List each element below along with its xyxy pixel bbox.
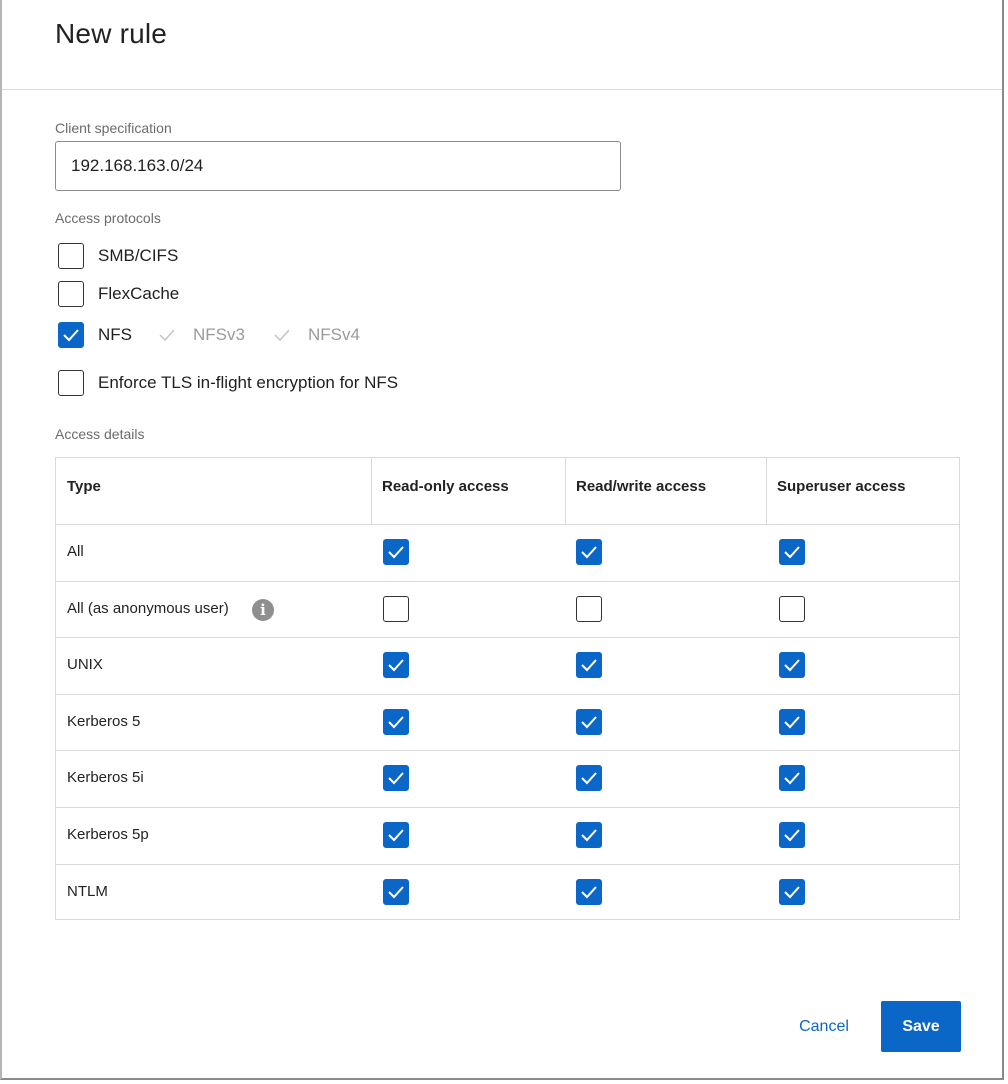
enforce-tls-label: Enforce TLS in-flight encryption for NFS xyxy=(98,373,399,392)
superuser-access-checkbox[interactable] xyxy=(779,539,805,565)
row-type-label: Kerberos 5i xyxy=(67,769,144,787)
superuser-access-checkbox[interactable] xyxy=(779,765,805,792)
column-divider xyxy=(565,458,566,524)
read-write-access-checkbox[interactable] xyxy=(576,539,602,565)
checkmark-icon xyxy=(388,546,404,559)
flexcache-checkbox[interactable] xyxy=(58,281,84,307)
read-only-access-checkbox[interactable] xyxy=(383,708,409,735)
checkmark-icon xyxy=(388,772,404,785)
read-write-access-checkbox[interactable] xyxy=(576,765,602,792)
cancel-button[interactable]: Cancel xyxy=(782,1003,866,1051)
superuser-access-checkbox[interactable] xyxy=(779,822,805,848)
client-spec-input[interactable] xyxy=(55,141,621,191)
column-header-read-write: Read/write access xyxy=(576,478,707,495)
row-type-label: NTLM xyxy=(67,882,108,900)
checkmark-icon xyxy=(388,829,404,842)
superuser-access-checkbox[interactable] xyxy=(779,878,805,905)
checkmark-icon xyxy=(63,329,79,342)
checkmark-icon xyxy=(784,659,800,672)
read-only-access-checkbox[interactable] xyxy=(383,822,409,848)
checkmark-icon xyxy=(784,546,800,559)
nfs-checkbox[interactable] xyxy=(58,322,84,348)
read-only-access-checkbox[interactable] xyxy=(383,595,409,622)
read-write-access-checkbox[interactable] xyxy=(576,652,602,679)
checkmark-icon xyxy=(274,329,290,342)
read-only-access-checkbox[interactable] xyxy=(383,878,409,905)
dialog-title: New rule xyxy=(55,18,168,49)
superuser-access-checkbox[interactable] xyxy=(779,708,805,735)
column-header-superuser: Superuser access xyxy=(777,478,906,495)
new-rule-dialog: New rule Client specification Access pro… xyxy=(0,0,1004,1080)
nfsv3-label: NFSv3 xyxy=(193,325,245,344)
row-type-label: All (as anonymous user) xyxy=(67,599,229,617)
row-divider xyxy=(56,807,959,808)
smb-cifs-checkbox[interactable] xyxy=(58,243,84,269)
nfsv4-label: NFSv4 xyxy=(308,325,360,344)
row-divider xyxy=(56,693,959,695)
row-divider xyxy=(56,750,959,752)
row-type-label: All xyxy=(67,543,84,560)
info-icon[interactable]: i xyxy=(252,598,274,621)
header-divider xyxy=(2,89,1002,90)
access-details-label: Access details xyxy=(55,426,145,442)
checkmark-icon xyxy=(388,716,404,729)
nfsv4-checkbox xyxy=(269,322,295,348)
column-divider xyxy=(766,458,767,524)
superuser-access-checkbox[interactable] xyxy=(779,595,805,622)
flexcache-label: FlexCache xyxy=(98,284,180,303)
checkmark-icon xyxy=(159,329,175,342)
checkmark-icon xyxy=(784,772,800,785)
read-write-access-checkbox[interactable] xyxy=(576,878,602,905)
save-button[interactable]: Save xyxy=(881,1001,961,1052)
read-only-access-checkbox[interactable] xyxy=(383,765,409,792)
row-type-label: UNIX xyxy=(67,656,103,674)
checkmark-icon xyxy=(581,659,597,672)
column-header-type: Type xyxy=(67,478,101,495)
nfsv3-checkbox xyxy=(154,322,180,348)
checkmark-icon xyxy=(388,659,404,672)
checkmark-icon xyxy=(581,716,597,729)
row-divider xyxy=(56,637,959,639)
checkmark-icon xyxy=(784,829,800,842)
checkmark-icon xyxy=(784,885,800,899)
read-write-access-checkbox[interactable] xyxy=(576,595,602,622)
access-protocols-label: Access protocols xyxy=(55,210,161,226)
checkmark-icon xyxy=(388,885,404,899)
row-type-label: Kerberos 5p xyxy=(67,826,149,843)
read-only-access-checkbox[interactable] xyxy=(383,652,409,679)
checkmark-icon xyxy=(581,546,597,559)
enforce-tls-checkbox[interactable] xyxy=(58,370,84,396)
column-header-read-only: Read-only access xyxy=(382,478,509,495)
checkmark-icon xyxy=(784,716,800,729)
nfs-label: NFS xyxy=(98,325,132,344)
superuser-access-checkbox[interactable] xyxy=(779,652,805,679)
row-divider xyxy=(56,863,959,865)
column-divider xyxy=(371,458,372,524)
client-spec-label: Client specification xyxy=(55,120,172,136)
access-details-table: Type Read-only access Read/write access … xyxy=(55,457,960,920)
checkmark-icon xyxy=(581,885,597,899)
read-write-access-checkbox[interactable] xyxy=(576,822,602,848)
row-divider xyxy=(56,524,959,525)
checkmark-icon xyxy=(581,829,597,842)
read-only-access-checkbox[interactable] xyxy=(383,539,409,565)
row-divider xyxy=(56,580,959,582)
read-write-access-checkbox[interactable] xyxy=(576,708,602,735)
checkmark-icon xyxy=(581,772,597,785)
smb-cifs-label: SMB/CIFS xyxy=(98,246,179,265)
row-type-label: Kerberos 5 xyxy=(67,712,141,730)
